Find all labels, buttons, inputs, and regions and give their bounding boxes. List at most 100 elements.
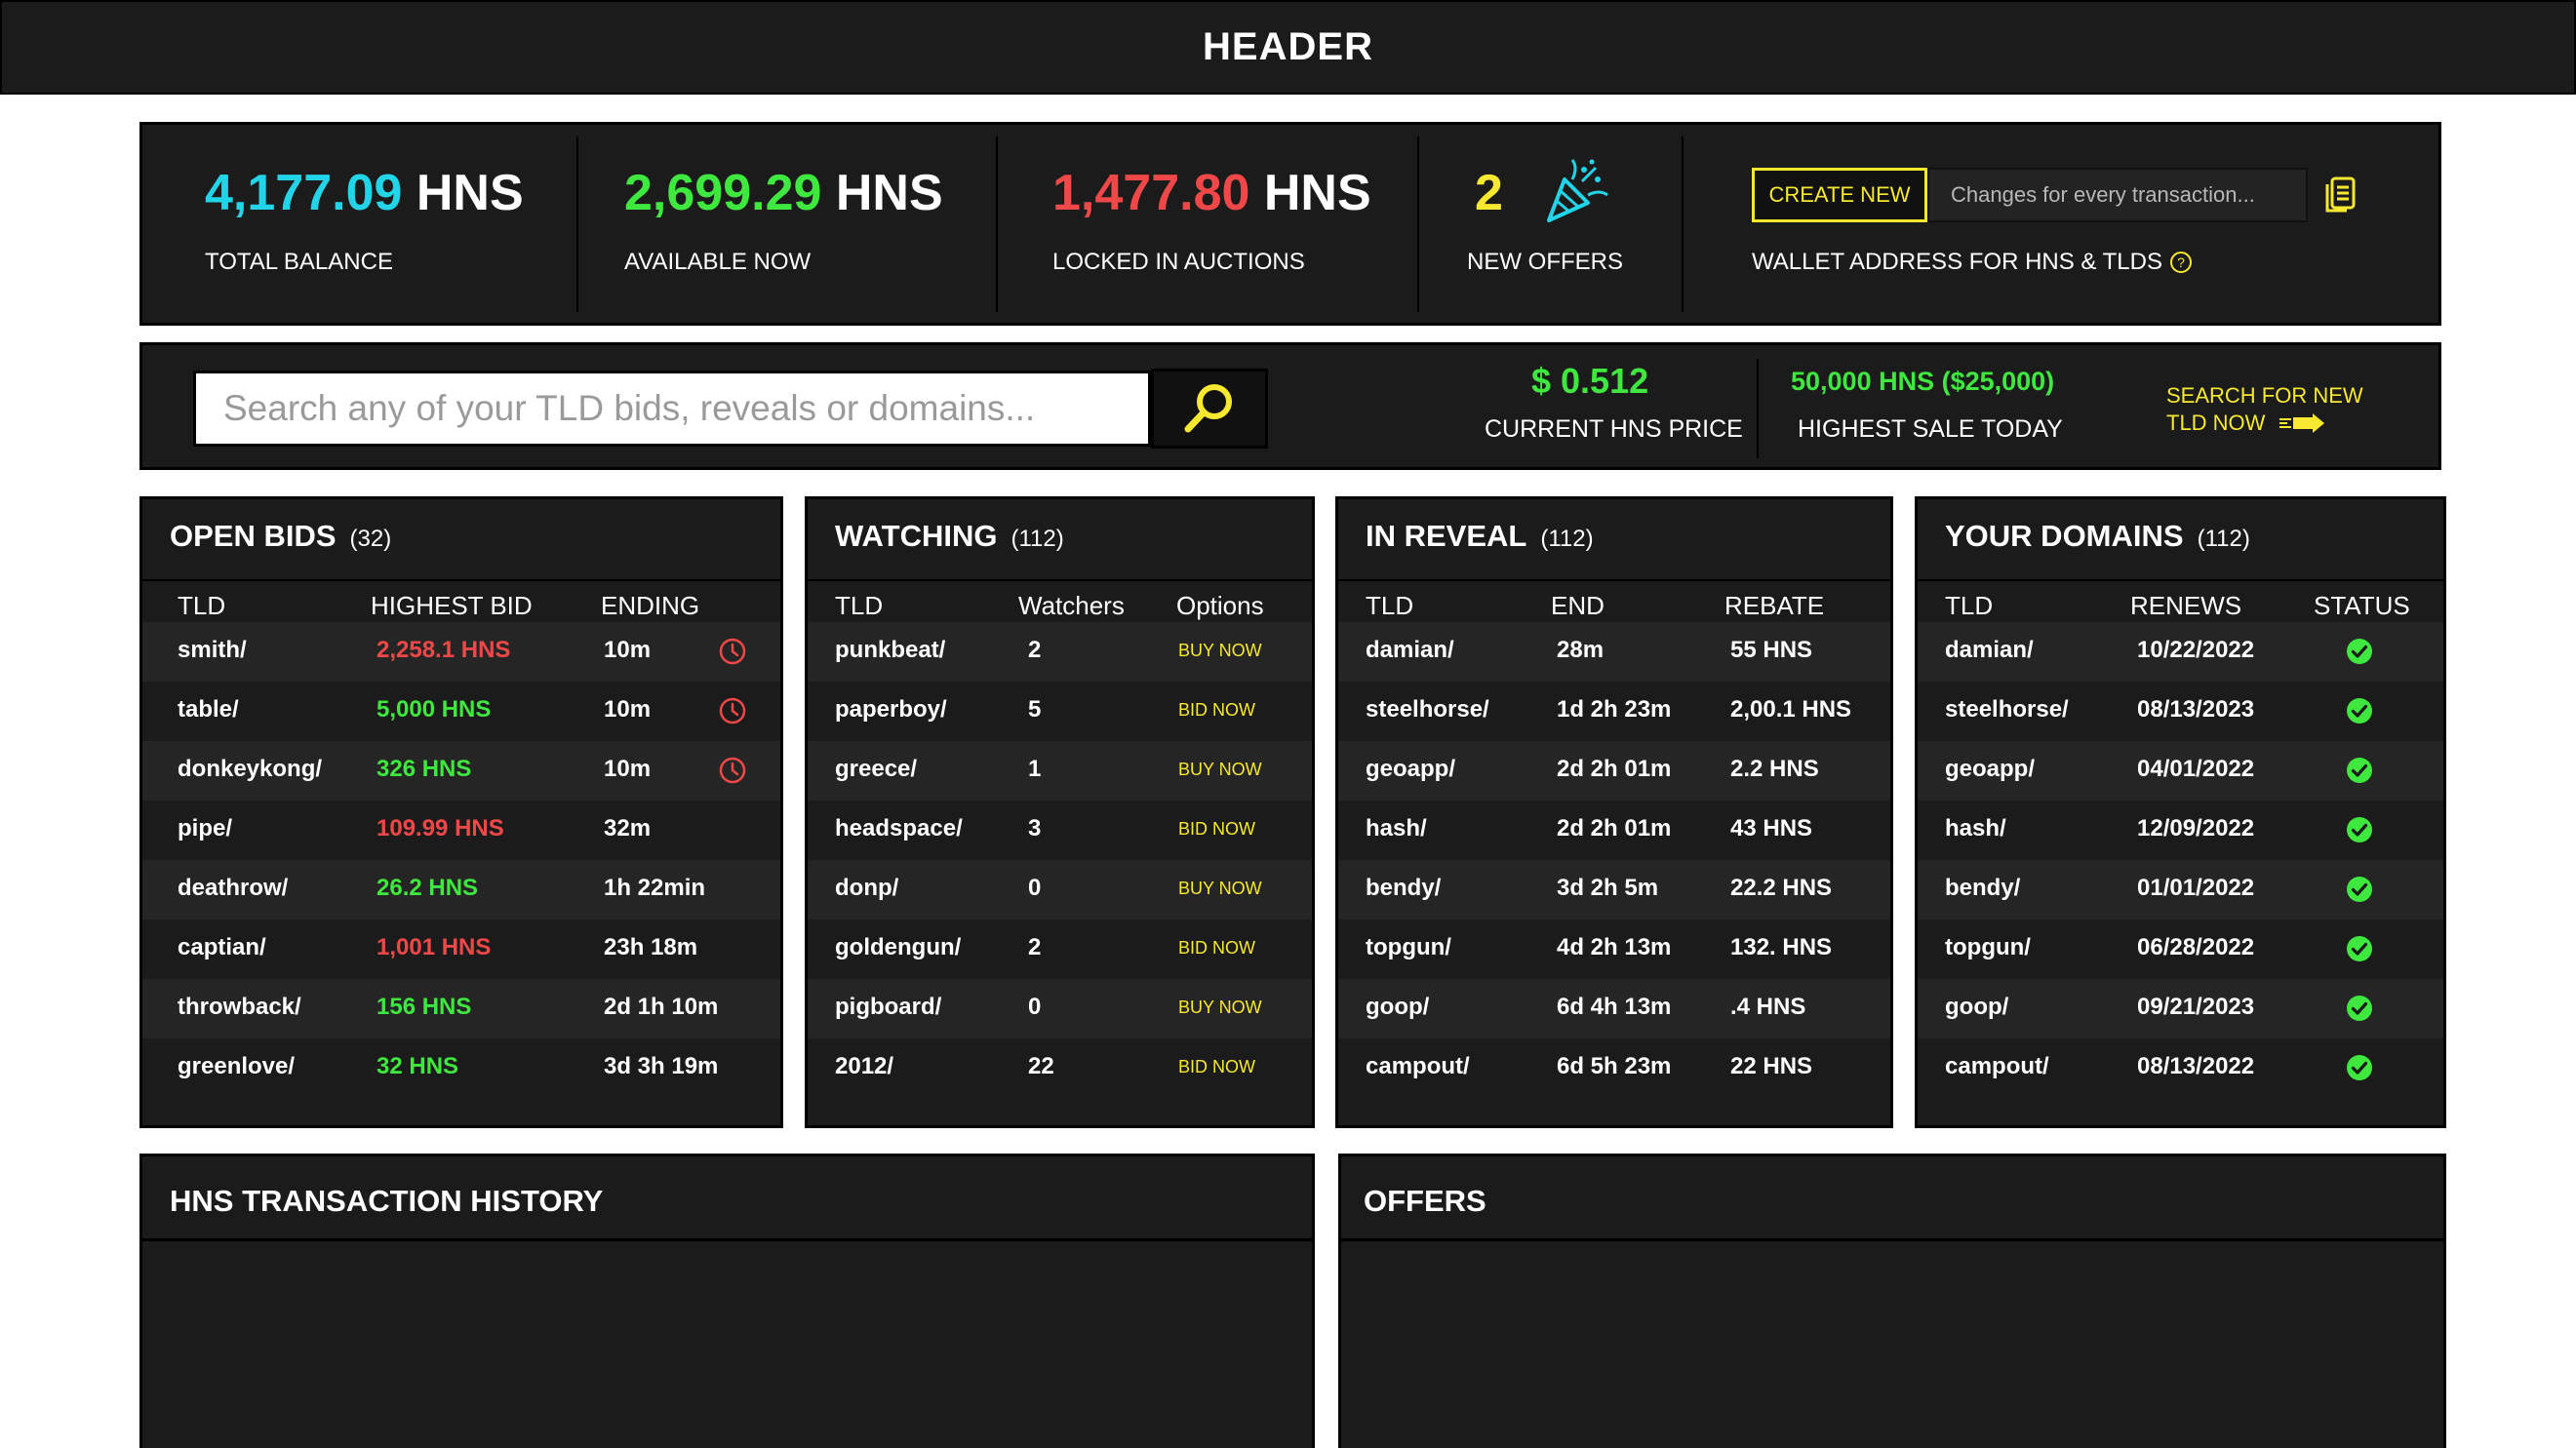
- clock-icon: [719, 697, 746, 724]
- table-row[interactable]: 2012/22 BID NOW: [808, 1038, 1312, 1098]
- rebate-amount: 2,00.1 HNS: [1730, 696, 1852, 723]
- table-row[interactable]: goldengun/2 BID NOW: [808, 920, 1312, 979]
- divider: [996, 137, 998, 312]
- table-row[interactable]: steelhorse/1d 2h 23m 2,00.1 HNS: [1338, 682, 1890, 741]
- tld-name: bendy/: [1945, 875, 2021, 901]
- table-row[interactable]: greenlove/32 HNS 3d 3h 19m: [142, 1038, 780, 1098]
- table-row[interactable]: deathrow/26.2 HNS 1h 22min: [142, 860, 780, 920]
- bid-now-button[interactable]: BID NOW: [1178, 1057, 1255, 1077]
- search-input[interactable]: Search any of your TLD bids, reveals or …: [193, 371, 1151, 447]
- in-reveal-rows: damian/28m 55 HNS steelhorse/1d 2h 23m 2,00…: [1338, 622, 1890, 1098]
- tld-name: throwback/: [178, 994, 301, 1020]
- search-new-tld-link[interactable]: SEARCH FOR NEW TLD NOW: [2166, 382, 2363, 437]
- bid-now-button[interactable]: BID NOW: [1178, 938, 1255, 959]
- total-balance-label: TOTAL BALANCE: [205, 249, 393, 275]
- table-row[interactable]: geoapp/2d 2h 01m 2.2 HNS: [1338, 741, 1890, 801]
- create-new-button[interactable]: CREATE NEW: [1752, 168, 1927, 222]
- table-row[interactable]: greece/1 BUY NOW: [808, 741, 1312, 801]
- buy-now-button[interactable]: BUY NOW: [1178, 641, 1262, 661]
- buy-now-button[interactable]: BUY NOW: [1178, 998, 1262, 1018]
- table-row[interactable]: punkbeat/2 BUY NOW: [808, 622, 1312, 682]
- hns-price-label: CURRENT HNS PRICE: [1485, 415, 1743, 443]
- tld-name: table/: [178, 696, 239, 723]
- table-row[interactable]: bendy/3d 2h 5m 22.2 HNS: [1338, 860, 1890, 920]
- table-row[interactable]: goop/6d 4h 13m .4 HNS: [1338, 979, 1890, 1038]
- tld-name: goop/: [1366, 994, 1430, 1020]
- ending-time: 10m: [604, 637, 652, 663]
- bid-now-button[interactable]: BID NOW: [1178, 700, 1255, 721]
- column-header: REBATE: [1724, 591, 1825, 620]
- column-header: ENDING: [601, 591, 700, 620]
- table-row[interactable]: headspace/3 BID NOW: [808, 801, 1312, 860]
- tld-name: steelhorse/: [1366, 696, 1489, 723]
- table-row[interactable]: pipe/109.99 HNS 32m: [142, 801, 780, 860]
- table-row[interactable]: captian/1,001 HNS 23h 18m: [142, 920, 780, 979]
- bid-amount: 5,000 HNS: [376, 696, 492, 723]
- buy-now-button[interactable]: BUY NOW: [1178, 760, 1262, 780]
- new-offers-stat[interactable]: 2 NEW OFFERS: [1467, 125, 1701, 323]
- tld-name: geoapp/: [1366, 756, 1456, 782]
- bid-now-button[interactable]: BID NOW: [1178, 819, 1255, 840]
- table-row[interactable]: pigboard/0 BUY NOW: [808, 979, 1312, 1038]
- watcher-count: 0: [1028, 994, 1042, 1020]
- tld-name: geoapp/: [1945, 756, 2036, 782]
- column-header: RENEWS: [2130, 591, 2242, 620]
- search-button[interactable]: [1151, 369, 1268, 449]
- watcher-count: 1: [1028, 756, 1042, 782]
- table-row[interactable]: topgun/4d 2h 13m 132. HNS: [1338, 920, 1890, 979]
- stats-bar: 4,177.09 HNS TOTAL BALANCE 2,699.29 HNS …: [139, 122, 2441, 326]
- table-row[interactable]: campout/08/13/2022: [1918, 1038, 2443, 1098]
- watching-title: WATCHING (112): [835, 519, 1064, 553]
- table-row[interactable]: hash/2d 2h 01m 43 HNS: [1338, 801, 1890, 860]
- table-row[interactable]: paperboy/5 BID NOW: [808, 682, 1312, 741]
- copy-icon[interactable]: [2323, 176, 2357, 215]
- clock-icon: [719, 757, 746, 784]
- table-row[interactable]: bendy/01/01/2022: [1918, 860, 2443, 920]
- help-icon[interactable]: ?: [2170, 252, 2192, 273]
- rebate-amount: 43 HNS: [1730, 815, 1813, 841]
- tld-name: punkbeat/: [835, 637, 946, 663]
- divider: [1757, 359, 1759, 458]
- table-row[interactable]: donp/0 BUY NOW: [808, 860, 1312, 920]
- rebate-amount: 22.2 HNS: [1730, 875, 1833, 901]
- your-domains-panel: YOUR DOMAINS (112) TLD RENEWS STATUS dami…: [1915, 496, 2446, 1128]
- table-row[interactable]: campout/6d 5h 23m 22 HNS: [1338, 1038, 1890, 1098]
- app-header: HEADER: [0, 0, 2576, 95]
- tld-name: damian/: [1945, 637, 2034, 663]
- renew-date: 10/22/2022: [2137, 637, 2255, 663]
- transaction-history-panel: HNS TRANSACTION HISTORY: [139, 1154, 1315, 1448]
- table-row[interactable]: geoapp/04/01/2022: [1918, 741, 2443, 801]
- table-row[interactable]: table/5,000 HNS 10m: [142, 682, 780, 741]
- table-row[interactable]: donkeykong/326 HNS 10m: [142, 741, 780, 801]
- table-row[interactable]: damian/10/22/2022: [1918, 622, 2443, 682]
- table-row[interactable]: goop/09/21/2023: [1918, 979, 2443, 1038]
- check-circle-icon: [2347, 1055, 2372, 1080]
- end-time: 1d 2h 23m: [1557, 696, 1672, 723]
- your-domains-rows: damian/10/22/2022 steelhorse/08/13/2023 ge…: [1918, 622, 2443, 1098]
- table-row[interactable]: throwback/156 HNS 2d 1h 10m: [142, 979, 780, 1038]
- tld-name: campout/: [1366, 1053, 1470, 1079]
- in-reveal-panel: IN REVEAL (112) TLD END REBATE damian/28m…: [1335, 496, 1893, 1128]
- total-balance-value: 4,177.09 HNS: [205, 165, 524, 221]
- bid-amount: 156 HNS: [376, 994, 472, 1020]
- column-header: TLD: [1366, 591, 1414, 620]
- wallet-address-label: WALLET ADDRESS FOR HNS & TLDS?: [1752, 249, 2192, 276]
- renew-date: 08/13/2023: [2137, 696, 2255, 723]
- check-circle-icon: [2347, 639, 2372, 664]
- rebate-amount: 132. HNS: [1730, 934, 1833, 960]
- column-header: TLD: [1945, 591, 1994, 620]
- table-row[interactable]: topgun/06/28/2022: [1918, 920, 2443, 979]
- table-row[interactable]: steelhorse/08/13/2023: [1918, 682, 2443, 741]
- tld-name: smith/: [178, 637, 247, 663]
- wallet-address-field[interactable]: Changes for every transaction...: [1927, 168, 2308, 222]
- buy-now-button[interactable]: BUY NOW: [1178, 879, 1262, 899]
- new-offers-label: NEW OFFERS: [1467, 249, 1623, 275]
- table-row[interactable]: damian/28m 55 HNS: [1338, 622, 1890, 682]
- table-row[interactable]: hash/12/09/2022: [1918, 801, 2443, 860]
- check-circle-icon: [2347, 758, 2372, 783]
- table-row[interactable]: smith/2,258.1 HNS 10m: [142, 622, 780, 682]
- party-popper-icon: [1547, 159, 1608, 222]
- bid-amount: 26.2 HNS: [376, 875, 479, 901]
- renew-date: 06/28/2022: [2137, 934, 2255, 960]
- in-reveal-title: IN REVEAL (112): [1366, 519, 1594, 553]
